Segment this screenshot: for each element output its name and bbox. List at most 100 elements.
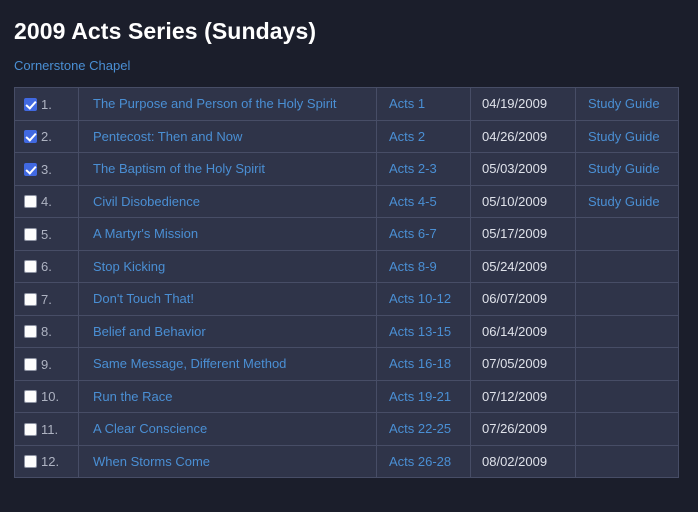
table-row: 10. Run the Race Acts 19-21 07/12/2009: [14, 379, 679, 413]
page-root: 2009 Acts Series (Sundays) Cornerstone C…: [0, 0, 698, 512]
sermon-title-cell: Pentecost: Then and Now: [78, 119, 377, 153]
scripture-reference-link[interactable]: Acts 19-21: [389, 389, 451, 404]
row-index-label: 7.: [41, 291, 52, 307]
scripture-reference-link[interactable]: Acts 22-25: [389, 421, 451, 436]
sermon-title-cell: The Purpose and Person of the Holy Spiri…: [78, 87, 377, 121]
study-guide-link[interactable]: Study Guide: [588, 194, 660, 209]
scripture-reference-link[interactable]: Acts 8-9: [389, 259, 437, 274]
row-number-cell: 5.: [14, 217, 79, 251]
sermon-title-link[interactable]: Civil Disobedience: [93, 194, 200, 209]
table-row: 4. Civil Disobedience Acts 4-5 05/10/2009 St…: [14, 184, 679, 218]
table-row: 7. Don't Touch That! Acts 10-12 06/07/2009: [14, 282, 679, 316]
study-guide-cell: [575, 379, 679, 413]
scripture-reference-link[interactable]: Acts 10-12: [389, 291, 451, 306]
row-number-cell: 9.: [14, 347, 79, 381]
sermon-title-link[interactable]: Don't Touch That!: [93, 291, 194, 306]
sermon-title-link[interactable]: Run the Race: [93, 389, 173, 404]
row-number-cell: 4.: [14, 184, 79, 218]
row-number-cell: 7.: [14, 282, 79, 316]
scripture-reference-link[interactable]: Acts 2: [389, 129, 425, 144]
sermon-title-link[interactable]: Belief and Behavior: [93, 324, 206, 339]
study-guide-link[interactable]: Study Guide: [588, 96, 660, 111]
subtitle-row: Cornerstone Chapel: [0, 45, 698, 75]
row-index-label: 3.: [41, 161, 52, 177]
checkbox-unchecked-icon[interactable]: [24, 357, 37, 371]
sermon-date-cell: 08/02/2009: [470, 444, 576, 478]
sermon-title-link[interactable]: Stop Kicking: [93, 259, 165, 274]
checkbox-unchecked-icon[interactable]: [24, 227, 37, 241]
sermon-title-cell: A Clear Conscience: [78, 412, 377, 446]
sermon-date-cell: 07/12/2009: [470, 379, 576, 413]
sermon-title-cell: The Baptism of the Holy Spirit: [78, 152, 377, 186]
table-row: 11. A Clear Conscience Acts 22-25 07/26/200…: [14, 412, 679, 446]
scripture-reference-link[interactable]: Acts 16-18: [389, 356, 451, 371]
row-index-label: 11.: [41, 421, 59, 437]
sermon-title-link[interactable]: The Baptism of the Holy Spirit: [93, 161, 265, 176]
checkbox-unchecked-icon[interactable]: [24, 390, 37, 404]
scripture-reference-cell: Acts 26-28: [376, 444, 471, 478]
study-guide-cell: Study Guide: [575, 152, 679, 186]
table-row: 12. When Storms Come Acts 26-28 08/02/2009: [14, 444, 679, 478]
table-row: 9. Same Message, Different Method Acts 16-…: [14, 347, 679, 381]
study-guide-cell: [575, 412, 679, 446]
row-index-label: 12.: [41, 454, 60, 470]
scripture-reference-link[interactable]: Acts 1: [389, 96, 425, 111]
table-row: 1. The Purpose and Person of the Holy Spi…: [14, 87, 679, 121]
table-row: 8. Belief and Behavior Acts 13-15 06/14/200…: [14, 314, 679, 348]
sermon-title-cell: Civil Disobedience: [78, 184, 377, 218]
sermon-date-cell: 06/07/2009: [470, 282, 576, 316]
sermon-title-cell: Run the Race: [78, 379, 377, 413]
checkbox-unchecked-icon[interactable]: [24, 422, 37, 436]
row-index-label: 4.: [41, 194, 52, 210]
checkbox-unchecked-icon[interactable]: [24, 195, 37, 209]
scripture-reference-link[interactable]: Acts 4-5: [389, 194, 437, 209]
scripture-reference-cell: Acts 16-18: [376, 347, 471, 381]
study-guide-cell: Study Guide: [575, 87, 679, 121]
row-index-label: 9.: [41, 356, 52, 372]
sermon-date-cell: 04/19/2009: [470, 87, 576, 121]
row-index-label: 5.: [41, 226, 52, 242]
sermon-title-cell: A Martyr's Mission: [78, 217, 377, 251]
sermon-title-link[interactable]: The Purpose and Person of the Holy Spiri…: [93, 96, 337, 111]
sermon-date-cell: 04/26/2009: [470, 119, 576, 153]
scripture-reference-cell: Acts 13-15: [376, 314, 471, 348]
sermon-title-cell: Belief and Behavior: [78, 314, 377, 348]
checkbox-checked-icon[interactable]: [24, 130, 37, 144]
study-guide-cell: Study Guide: [575, 119, 679, 153]
study-guide-cell: [575, 282, 679, 316]
sermon-title-link[interactable]: When Storms Come: [93, 454, 210, 469]
scripture-reference-cell: Acts 19-21: [376, 379, 471, 413]
sermon-title-link[interactable]: Pentecost: Then and Now: [93, 129, 242, 144]
scripture-reference-cell: Acts 6-7: [376, 217, 471, 251]
sermon-date-cell: 07/26/2009: [470, 412, 576, 446]
row-number-cell: 1.: [14, 87, 79, 121]
row-number-cell: 2.: [14, 119, 79, 153]
study-guide-link[interactable]: Study Guide: [588, 129, 660, 144]
scripture-reference-link[interactable]: Acts 13-15: [389, 324, 451, 339]
study-guide-cell: [575, 217, 679, 251]
sermon-title-link[interactable]: A Clear Conscience: [93, 421, 207, 436]
checkbox-unchecked-icon[interactable]: [24, 260, 37, 274]
series-table-body: 1. The Purpose and Person of the Holy Spi…: [14, 87, 679, 478]
sermon-date-cell: 05/17/2009: [470, 217, 576, 251]
study-guide-cell: [575, 444, 679, 478]
sermon-date-cell: 06/14/2009: [470, 314, 576, 348]
scripture-reference-cell: Acts 1: [376, 87, 471, 121]
checkbox-unchecked-icon[interactable]: [24, 292, 37, 306]
scripture-reference-link[interactable]: Acts 2-3: [389, 161, 437, 176]
church-link[interactable]: Cornerstone Chapel: [14, 58, 130, 73]
checkbox-unchecked-icon[interactable]: [24, 325, 37, 339]
checkbox-unchecked-icon[interactable]: [24, 455, 37, 469]
row-number-cell: 3.: [14, 152, 79, 186]
scripture-reference-link[interactable]: Acts 6-7: [389, 226, 437, 241]
table-row: 2. Pentecost: Then and Now Acts 2 04/26/200…: [14, 119, 679, 153]
study-guide-cell: [575, 314, 679, 348]
study-guide-link[interactable]: Study Guide: [588, 161, 660, 176]
sermon-title-link[interactable]: Same Message, Different Method: [93, 356, 286, 371]
row-index-label: 10.: [41, 389, 60, 405]
scripture-reference-link[interactable]: Acts 26-28: [389, 454, 451, 469]
sermon-title-link[interactable]: A Martyr's Mission: [93, 226, 198, 241]
checkbox-checked-icon[interactable]: [24, 162, 37, 176]
checkbox-checked-icon[interactable]: [24, 97, 37, 111]
sermon-date-cell: 05/03/2009: [470, 152, 576, 186]
